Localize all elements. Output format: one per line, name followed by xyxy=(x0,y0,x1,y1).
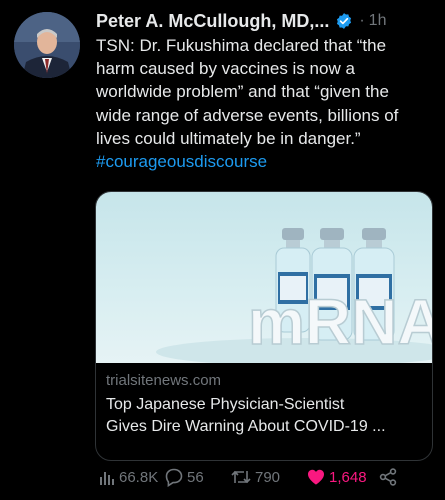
avatar-photo xyxy=(14,12,80,78)
separator-dot: · xyxy=(359,12,365,29)
views-count: 66.8K xyxy=(119,468,159,486)
like-button[interactable]: 1,648 xyxy=(306,464,367,490)
verified-badge-icon xyxy=(335,12,353,30)
hashtag-link[interactable]: #courageousdiscourse xyxy=(96,150,436,173)
card-image: mRNA xyxy=(96,192,432,363)
speech-bubble-icon xyxy=(165,468,183,487)
tweet-text-line: lives could ultimately be in danger.” xyxy=(96,128,361,148)
card-headline-line: Gives Dire Warning About COVID-19 ... xyxy=(106,418,386,435)
share-icon xyxy=(379,468,397,486)
tweet-body: TSN: Dr. Fukushima declared that “the ha… xyxy=(96,34,436,173)
card-headline-line: Top Japanese Physician-Scientist xyxy=(106,396,345,413)
mrna-3d-text: mRNA xyxy=(248,286,432,358)
link-preview-card[interactable]: mRNA trialsitenews.com Top Japanese Phys… xyxy=(95,191,433,461)
timestamp[interactable]: 1h xyxy=(369,12,387,30)
bar-chart-icon xyxy=(100,472,114,485)
heart-filled-icon xyxy=(308,469,324,485)
tweet-actions: 66.8K 56 790 1,648 xyxy=(96,464,436,490)
tweet-text-line: wide range of adverse events, billions o… xyxy=(96,105,399,125)
tweet-header: Peter A. McCullough, MD,... · 1h xyxy=(96,8,437,34)
retweet-button[interactable]: 790 xyxy=(230,464,280,490)
author-name[interactable]: Peter A. McCullough, MD,... xyxy=(96,11,329,32)
retweet-count: 790 xyxy=(255,468,281,486)
reply-button[interactable]: 56 xyxy=(164,464,204,490)
author-avatar[interactable] xyxy=(14,12,80,78)
tweet-text-line: worldwide problem” and that “given the xyxy=(96,82,389,102)
like-count: 1,648 xyxy=(329,468,367,486)
card-meta: trialsitenews.com Top Japanese Physician… xyxy=(96,363,432,438)
card-domain: trialsitenews.com xyxy=(106,372,222,389)
views-button[interactable]: 66.8K xyxy=(98,464,158,490)
share-button[interactable] xyxy=(378,464,398,490)
tweet-text-line: TSN: Dr. Fukushima declared that “the xyxy=(96,36,387,55)
retweet-arrows-icon xyxy=(231,470,251,484)
vaccine-vials-illustration: mRNA xyxy=(156,228,432,363)
reply-count: 56 xyxy=(187,468,204,486)
tweet-text-line: harm caused by vaccines is now a xyxy=(96,59,355,79)
